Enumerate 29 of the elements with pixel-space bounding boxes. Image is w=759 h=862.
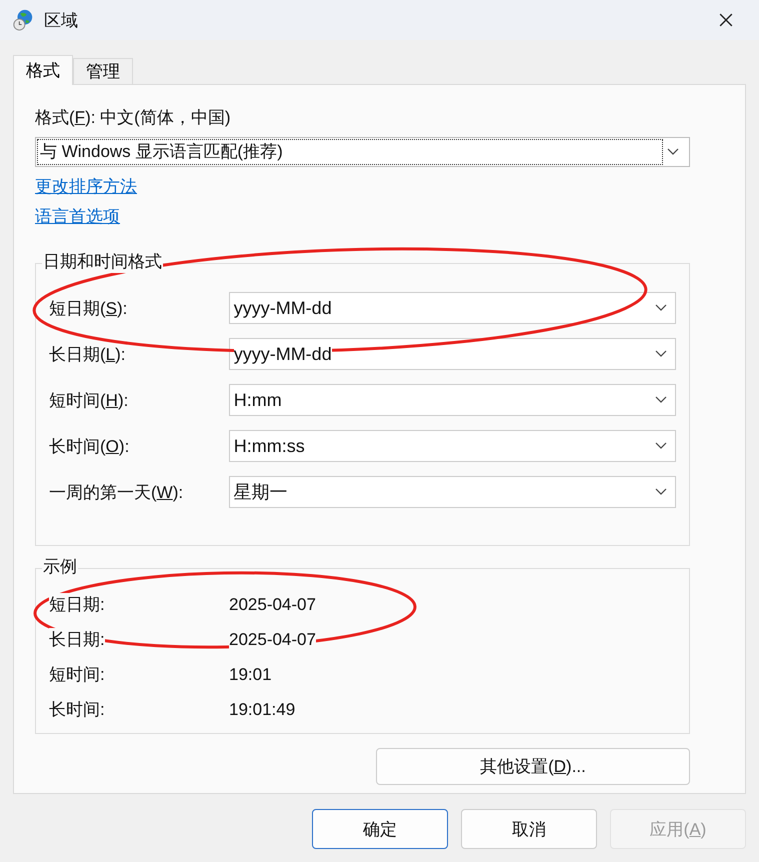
dialog-button[interactable]: 取消 xyxy=(461,809,597,849)
globe-clock-icon xyxy=(12,9,34,31)
other-settings-button[interactable]: 其他设置(D)... xyxy=(376,748,690,785)
format-dropdown[interactable]: H:mm:ss xyxy=(228,430,676,462)
chevron-icon xyxy=(655,396,667,404)
chevron-icon xyxy=(667,148,679,156)
link[interactable]: 语言首选项 xyxy=(35,206,120,228)
tab[interactable]: 管理 xyxy=(73,58,133,84)
format-dropdown[interactable]: H:mm xyxy=(228,384,676,416)
field-label: 长时间(O): xyxy=(49,436,130,458)
field-label: 长日期(L): xyxy=(49,344,127,366)
link[interactable]: 更改排序方法 xyxy=(35,176,137,198)
group-title: 日期和时间格式 xyxy=(42,251,163,273)
tab[interactable]: 格式 xyxy=(13,55,73,85)
format-label: 格式(F): 中文(简体，中国) xyxy=(35,107,230,129)
chevron-icon xyxy=(655,304,667,312)
field-label: 一周的第一天(W): xyxy=(49,482,184,504)
chevron-icon xyxy=(655,488,667,496)
format-dropdown[interactable]: yyyy-MM-dd xyxy=(228,292,676,324)
format-dropdown[interactable]: 星期一 xyxy=(228,476,676,508)
chevron-icon xyxy=(655,350,667,358)
close-icon[interactable] xyxy=(719,13,733,27)
field-label: 短时间(H): xyxy=(49,390,130,412)
format-dropdown[interactable]: yyyy-MM-dd xyxy=(228,338,676,370)
dialog-button[interactable]: 确定 xyxy=(312,809,448,849)
field-label: 短日期(S): xyxy=(49,298,128,320)
chevron-icon xyxy=(655,442,667,450)
window-title: 区域 xyxy=(44,10,79,32)
format-dropdown[interactable]: 与 Windows 显示语言匹配(推荐) xyxy=(35,137,690,167)
